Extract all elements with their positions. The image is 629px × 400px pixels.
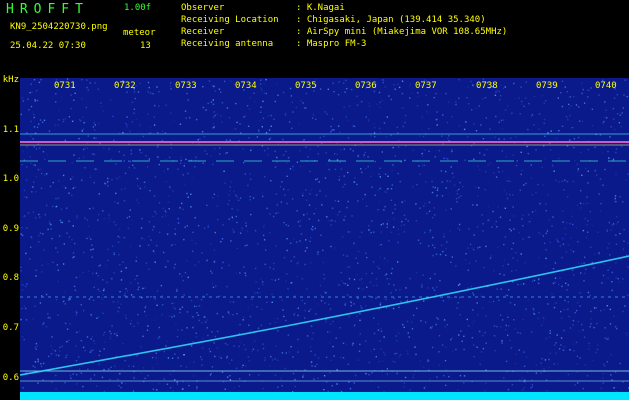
y-tick-label: 0.7 — [2, 323, 19, 333]
time-tick-label: 0739 — [536, 81, 558, 91]
info-antenna-value: : Maspro FM-3 — [296, 39, 367, 49]
time-tick-label: 0733 — [175, 81, 197, 91]
bottom-baseline-band — [20, 392, 629, 400]
record-datetime: 25.04.22 07:30 — [10, 41, 86, 51]
app-logo: HROFFT — [6, 2, 89, 17]
info-receiver-label: Receiver — [181, 27, 225, 37]
time-tick-label: 0735 — [295, 81, 317, 91]
y-tick-label: 0.8 — [2, 273, 19, 283]
info-receiver-value: : AirSpy mini (Miakejima VOR 108.65MHz) — [296, 27, 508, 37]
meteor-label: meteor — [123, 28, 156, 38]
time-tick-label: 0734 — [235, 81, 257, 91]
app-version: 1.00f — [124, 3, 152, 13]
spectrogram-plot[interactable] — [20, 78, 629, 400]
time-tick-label: 0738 — [476, 81, 498, 91]
file-name: KN9_2504220730.png — [10, 22, 108, 32]
meteor-count: 13 — [140, 41, 151, 51]
time-tick-label: 0737 — [415, 81, 437, 91]
y-tick-label: 0.9 — [2, 224, 19, 234]
time-tick-label: 0736 — [355, 81, 377, 91]
y-tick-label: 0.6 — [2, 373, 19, 383]
header-panel: HROFFT 1.00f KN9_2504220730.png 25.04.22… — [0, 0, 629, 75]
y-tick-label: 1.0 — [2, 174, 19, 184]
info-observer-value: : K.Nagai — [296, 3, 345, 13]
time-tick-label: 0732 — [114, 81, 136, 91]
info-location-value: : Chigasaki, Japan (139.414 35.340) — [296, 15, 486, 25]
info-location-label: Receiving Location — [181, 15, 279, 25]
info-observer-label: Observer — [181, 3, 225, 13]
spectrogram-canvas — [20, 78, 629, 400]
y-tick-label: 1.1 — [2, 125, 19, 135]
info-antenna-label: Receiving antenna — [181, 39, 274, 49]
time-tick-label: 0731 — [54, 81, 76, 91]
time-tick-label: 0740 — [595, 81, 617, 91]
y-axis-unit: kHz — [2, 75, 19, 85]
spectrogram-background — [20, 78, 629, 400]
